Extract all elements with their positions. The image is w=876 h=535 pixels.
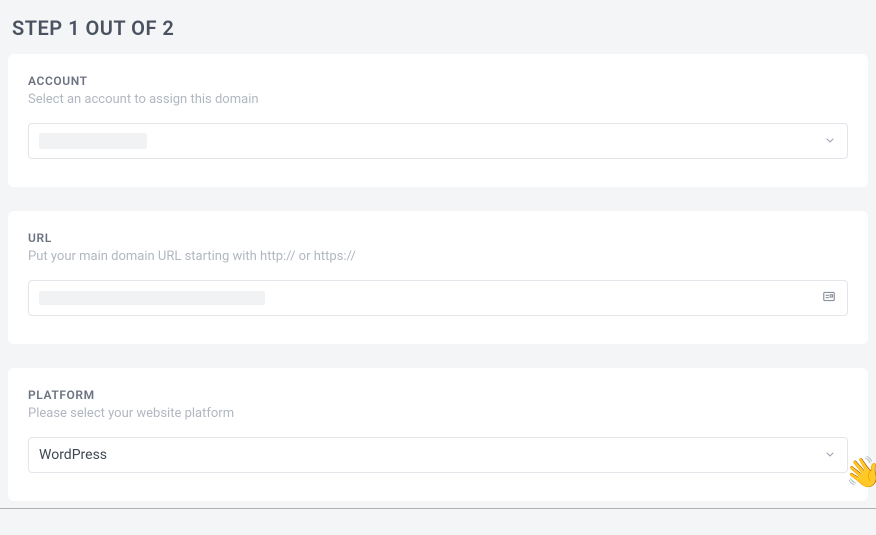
account-label: ACCOUNT	[28, 74, 848, 88]
platform-desc: Please select your website platform	[28, 406, 848, 421]
url-input[interactable]	[28, 280, 848, 316]
url-card: URL Put your main domain URL starting wi…	[8, 211, 868, 344]
account-card: ACCOUNT Select an account to assign this…	[8, 54, 868, 187]
url-desc: Put your main domain URL starting with h…	[28, 249, 848, 264]
platform-card: PLATFORM Please select your website plat…	[8, 368, 868, 501]
step-title: STEP 1 OUT OF 2	[12, 16, 868, 40]
platform-value: WordPress	[39, 447, 107, 463]
chat-widget-icon[interactable]: 👋	[842, 453, 876, 494]
platform-label: PLATFORM	[28, 388, 848, 402]
account-desc: Select an account to assign this domain	[28, 92, 848, 107]
url-value-redacted	[39, 291, 265, 305]
account-value-redacted	[39, 133, 147, 149]
account-select[interactable]	[28, 123, 848, 159]
platform-select[interactable]: WordPress	[28, 437, 848, 473]
url-label: URL	[28, 231, 848, 245]
